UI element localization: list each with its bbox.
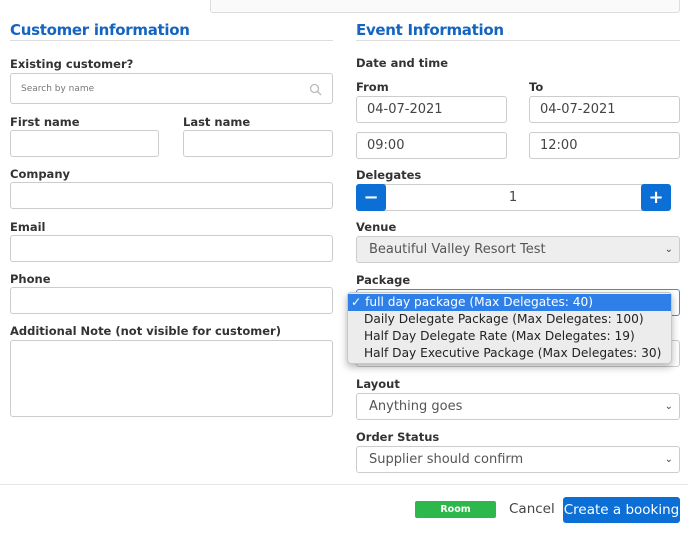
last-name-label: Last name <box>183 115 251 129</box>
delegates-input[interactable]: 1 <box>380 184 646 211</box>
company-input[interactable] <box>10 182 333 209</box>
chevron-down-icon: ⌄ <box>664 244 673 255</box>
note-textarea[interactable] <box>10 340 333 417</box>
venue-label: Venue <box>356 220 397 234</box>
to-time: 12:00 <box>540 138 578 153</box>
phone-input[interactable] <box>10 287 333 314</box>
layout-label: Layout <box>356 377 400 391</box>
to-date: 04-07-2021 <box>540 102 616 117</box>
chevron-down-icon: ⌄ <box>664 454 673 465</box>
last-name-input[interactable] <box>183 130 333 157</box>
email-label: Email <box>10 220 46 234</box>
package-label: Package <box>356 273 411 287</box>
checkmark-icon: ✓ <box>351 295 362 309</box>
increment-button[interactable]: + <box>641 184 671 211</box>
create-booking-button[interactable]: Create a booking <box>563 497 680 523</box>
customer-search-input[interactable]: Search by name <box>10 73 333 104</box>
search-icon <box>309 83 322 96</box>
delegates-value: 1 <box>508 190 518 205</box>
divider <box>10 40 333 41</box>
venue-select[interactable]: Beautiful Valley Resort Test ⌄ <box>356 236 680 263</box>
package-option[interactable]: ✓ full day package (Max Delegates: 40) <box>348 294 671 311</box>
package-option[interactable]: Daily Delegate Package (Max Delegates: 1… <box>348 311 671 328</box>
divider <box>356 40 680 41</box>
customer-title: Customer information <box>10 21 190 39</box>
cancel-button[interactable]: Cancel <box>509 501 555 517</box>
layout-value: Anything goes <box>369 399 463 414</box>
chevron-down-icon: ⌄ <box>664 401 673 412</box>
venue-value: Beautiful Valley Resort Test <box>369 242 546 257</box>
from-time: 09:00 <box>367 138 405 153</box>
existing-label: Existing customer? <box>10 57 134 71</box>
package-dropdown: ✓ full day package (Max Delegates: 40) D… <box>347 292 672 364</box>
from-date: 04-07-2021 <box>367 102 443 117</box>
note-label: Additional Note (not visible for custome… <box>10 324 281 338</box>
to-date-input[interactable]: 04-07-2021 <box>529 96 680 123</box>
from-time-input[interactable]: 09:00 <box>356 132 507 159</box>
delegates-label: Delegates <box>356 168 422 182</box>
from-date-input[interactable]: 04-07-2021 <box>356 96 507 123</box>
first-name-label: First name <box>10 115 80 129</box>
status-label: Order Status <box>356 430 440 444</box>
company-label: Company <box>10 167 70 181</box>
phone-label: Phone <box>10 272 51 286</box>
event-title: Event Information <box>356 21 504 39</box>
email-input[interactable] <box>10 235 333 262</box>
search-placeholder: Search by name <box>21 83 95 94</box>
room-available-badge: Room available <box>415 501 496 532</box>
to-label: To <box>529 80 544 94</box>
status-select[interactable]: Supplier should confirm ⌄ <box>356 446 680 473</box>
option-label: full day package (Max Delegates: 40) <box>365 295 594 309</box>
footer-divider <box>0 484 688 485</box>
first-name-input[interactable] <box>10 130 159 157</box>
datetime-label: Date and time <box>356 56 449 70</box>
status-value: Supplier should confirm <box>369 452 524 467</box>
from-label: From <box>356 80 389 94</box>
to-time-input[interactable]: 12:00 <box>529 132 680 159</box>
layout-select[interactable]: Anything goes ⌄ <box>356 393 680 420</box>
package-option[interactable]: Half Day Delegate Rate (Max Delegates: 1… <box>348 328 671 345</box>
top-panel <box>210 0 680 13</box>
package-option[interactable]: Half Day Executive Package (Max Delegate… <box>348 345 671 362</box>
decrement-button[interactable]: − <box>356 184 386 211</box>
